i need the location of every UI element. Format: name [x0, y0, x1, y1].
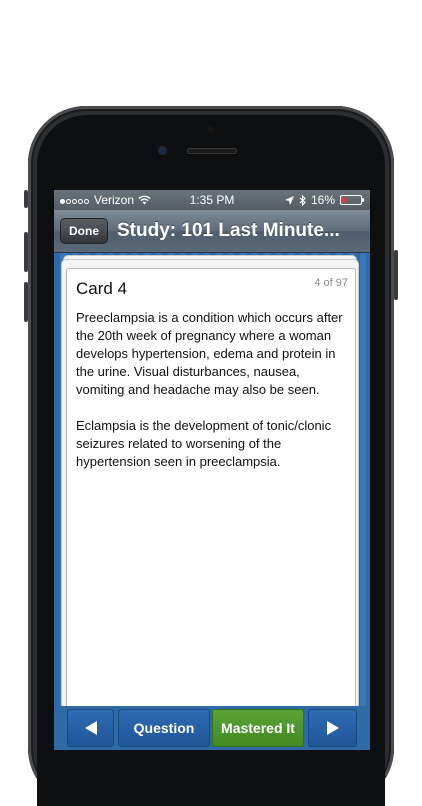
- bluetooth-icon: [299, 194, 306, 206]
- previous-card-button[interactable]: [67, 709, 114, 747]
- card-answer-text: Preeclampsia is a condition which occurs…: [76, 309, 348, 489]
- study-toolbar: Question Mastered It: [54, 706, 370, 750]
- status-right: 16%: [284, 193, 364, 207]
- mastered-it-button[interactable]: Mastered It: [212, 709, 304, 747]
- navigation-bar: Done Study: 101 Last Minute...: [54, 210, 370, 253]
- phone-mute-switch: [24, 190, 28, 208]
- card-title: Card 4: [76, 279, 128, 298]
- nav-title: Study: 101 Last Minute...: [117, 220, 340, 241]
- card-paragraph: Eclampsia is the development of tonic/cl…: [76, 418, 332, 469]
- phone-volume-up: [24, 232, 28, 272]
- question-button[interactable]: Question: [118, 709, 210, 747]
- phone-sensor: [207, 126, 214, 133]
- location-arrow-icon: [284, 195, 294, 205]
- battery-level-fill: [342, 197, 345, 203]
- battery-icon: [340, 195, 364, 205]
- status-bar: Verizon 1:35 PM 16%: [54, 190, 370, 210]
- triangle-right-icon: [326, 721, 339, 735]
- earpiece-speaker: [187, 148, 237, 154]
- battery-percent: 16%: [310, 193, 335, 207]
- done-button[interactable]: Done: [60, 218, 108, 244]
- front-camera: [158, 146, 167, 155]
- next-card-button[interactable]: [308, 709, 357, 747]
- phone-volume-down: [24, 282, 28, 322]
- card-paragraph: Preeclampsia is a condition which occurs…: [76, 310, 343, 397]
- phone-power-button: [394, 250, 398, 300]
- triangle-left-icon: [84, 721, 97, 735]
- flashcard[interactable]: Card 4 4 of 97 Preeclampsia is a conditi…: [66, 268, 356, 716]
- app-screen: Verizon 1:35 PM 16% Done Study: 101 Last…: [54, 190, 370, 750]
- card-counter: 4 of 97: [314, 277, 348, 289]
